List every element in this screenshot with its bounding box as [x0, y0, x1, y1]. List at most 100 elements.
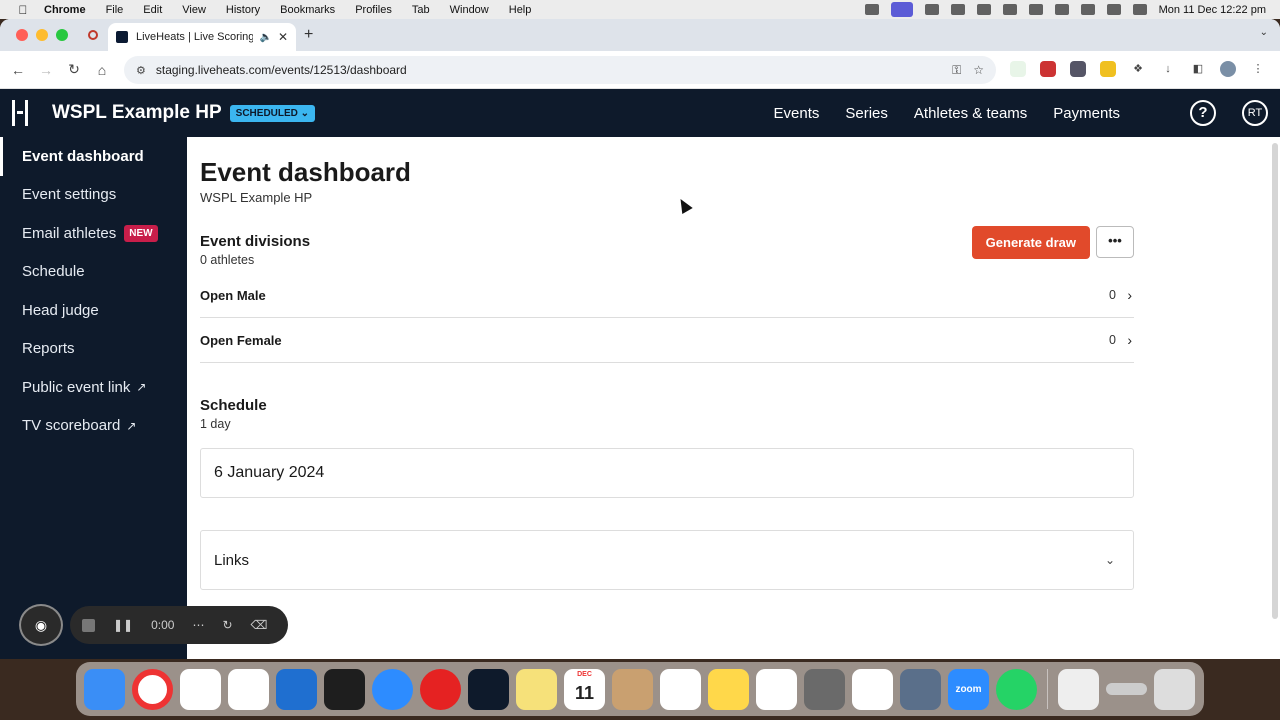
clickup-icon[interactable] — [228, 668, 269, 710]
nav-athletes-teams[interactable]: Athletes & teams — [914, 105, 1027, 122]
nav-payments[interactable]: Payments — [1053, 105, 1120, 122]
reminders-icon[interactable] — [660, 668, 701, 710]
zoom-window-button[interactable] — [56, 29, 68, 41]
tab-close-icon[interactable]: ✕ — [278, 30, 288, 44]
back-button[interactable]: ← — [4, 62, 32, 78]
menu-profiles[interactable]: Profiles — [355, 4, 392, 16]
menu-file[interactable]: File — [106, 4, 124, 16]
stop-recording-button[interactable] — [82, 618, 95, 632]
spotlight-icon[interactable] — [1080, 4, 1095, 15]
sidebar-item-head-judge[interactable]: Head judge — [0, 291, 187, 330]
extension-red-icon[interactable] — [1040, 61, 1056, 77]
division-row[interactable]: Open Male 0 › — [200, 273, 1134, 318]
figma-icon[interactable] — [324, 668, 365, 710]
schedule-date-card[interactable]: 6 January 2024 — [200, 448, 1134, 498]
side-panel-icon[interactable]: ◧ — [1190, 61, 1206, 77]
menu-app-name[interactable]: Chrome — [44, 4, 86, 16]
sidebar-item-tv-scoreboard[interactable]: TV scoreboard ↗ — [0, 407, 187, 446]
sidebar-item-public-event-link[interactable]: Public event link ↗ — [0, 368, 187, 407]
finder-icon[interactable] — [84, 668, 125, 710]
status-badge[interactable]: SCHEDULED ⌄ — [229, 104, 316, 122]
tab-search-icon[interactable]: ⌄ — [1260, 27, 1268, 38]
siri-icon[interactable] — [1132, 4, 1147, 15]
control-center-icon[interactable] — [1106, 4, 1121, 15]
site-info-icon[interactable]: ⚙ — [136, 64, 146, 77]
battery-icon[interactable] — [1028, 4, 1043, 15]
calendar-icon[interactable]: DEC 11 — [564, 668, 605, 710]
generate-draw-button[interactable]: Generate draw — [971, 226, 1090, 259]
trash-bin-icon[interactable] — [1154, 668, 1195, 710]
restart-icon[interactable]: ↻ — [222, 618, 232, 632]
system-settings-icon[interactable] — [804, 668, 845, 710]
liveheats-logo-icon[interactable] — [12, 100, 28, 126]
zoom-icon[interactable]: zoom — [948, 668, 989, 710]
help-icon[interactable]: ? — [1190, 100, 1216, 126]
reload-button[interactable]: ↻ — [60, 61, 88, 78]
sidebar-item-reports[interactable]: Reports — [0, 330, 187, 369]
menu-view[interactable]: View — [182, 4, 206, 16]
address-bar[interactable]: ⚙ staging.liveheats.com/events/12513/das… — [124, 56, 996, 84]
profile-avatar-icon[interactable] — [1220, 61, 1236, 77]
forward-button[interactable]: → — [32, 62, 60, 78]
pause-icon[interactable]: ❚❚ — [113, 618, 133, 632]
sidebar-item-event-settings[interactable]: Event settings — [0, 176, 187, 215]
stickies-icon[interactable] — [516, 668, 557, 710]
extension-green-icon[interactable] — [1010, 61, 1026, 77]
preview-icon[interactable] — [900, 668, 941, 710]
menu-history[interactable]: History — [226, 4, 260, 16]
user-avatar[interactable]: RT — [1242, 100, 1268, 126]
sidebar-item-schedule[interactable]: Schedule — [0, 253, 187, 292]
speaker-icon[interactable]: 🔈 — [259, 32, 271, 43]
slack-icon[interactable] — [180, 668, 221, 710]
youtube-icon[interactable] — [420, 668, 461, 710]
apple-icon[interactable]:  — [16, 3, 30, 17]
contacts-icon[interactable] — [612, 668, 653, 710]
download-icon[interactable]: ↓ — [1160, 61, 1176, 77]
trello-icon[interactable] — [276, 668, 317, 710]
chrome-menu-icon[interactable]: ⋮ — [1250, 61, 1266, 77]
moon-icon[interactable] — [976, 4, 991, 15]
links-accordion[interactable]: Links ⌄ — [200, 530, 1134, 590]
microphone-icon[interactable] — [864, 4, 879, 15]
sync-icon[interactable] — [924, 4, 939, 15]
extension-bulb-icon[interactable] — [1100, 61, 1116, 77]
division-row[interactable]: Open Female 0 › — [200, 318, 1134, 363]
sidebar-item-event-dashboard[interactable]: Event dashboard — [0, 137, 187, 176]
menu-edit[interactable]: Edit — [143, 4, 162, 16]
grid-icon[interactable]: ⋯ — [192, 618, 204, 632]
password-key-icon[interactable]: ⚿ — [952, 63, 961, 78]
bluetooth-icon[interactable] — [1002, 4, 1017, 15]
camera-icon[interactable]: ◉ — [19, 604, 63, 646]
menubar-clock[interactable]: Mon 11 Dec 12:22 pm — [1159, 4, 1266, 16]
script-editor-icon[interactable] — [852, 668, 893, 710]
bookmark-star-icon[interactable]: ☆ — [973, 63, 984, 77]
document-icon[interactable] — [1058, 668, 1099, 710]
menu-bookmarks[interactable]: Bookmarks — [280, 4, 335, 16]
more-options-button[interactable]: ••• — [1096, 226, 1134, 258]
news-icon[interactable] — [756, 668, 797, 710]
home-button[interactable]: ⌂ — [88, 62, 116, 78]
extensions-puzzle-icon[interactable]: ❖ — [1130, 61, 1146, 77]
recent-window-icon[interactable] — [1106, 683, 1147, 695]
extension-globe-icon[interactable] — [1070, 61, 1086, 77]
menu-help[interactable]: Help — [509, 4, 532, 16]
page-scrollbar[interactable] — [1272, 143, 1278, 619]
menu-tab[interactable]: Tab — [412, 4, 430, 16]
minimize-window-button[interactable] — [36, 29, 48, 41]
address-url[interactable]: staging.liveheats.com/events/12513/dashb… — [156, 63, 940, 77]
screen-share-icon[interactable] — [890, 2, 913, 17]
browser-tab-active[interactable]: LiveHeats | Live Scoring a 🔈 ✕ — [108, 23, 296, 51]
close-window-button[interactable] — [16, 29, 28, 41]
new-tab-button[interactable]: + — [304, 26, 313, 44]
liveheats-icon[interactable] — [468, 668, 509, 710]
chrome-icon[interactable] — [132, 668, 173, 710]
messenger-icon[interactable] — [372, 668, 413, 710]
wifi-icon[interactable] — [1054, 4, 1069, 15]
nav-series[interactable]: Series — [845, 105, 888, 122]
notes-icon[interactable] — [708, 668, 749, 710]
sidebar-item-email-athletes[interactable]: Email athletes NEW — [0, 214, 187, 253]
nav-events[interactable]: Events — [774, 105, 820, 122]
play-icon[interactable] — [950, 4, 965, 15]
whatsapp-icon[interactable] — [996, 668, 1037, 710]
menu-window[interactable]: Window — [450, 4, 489, 16]
